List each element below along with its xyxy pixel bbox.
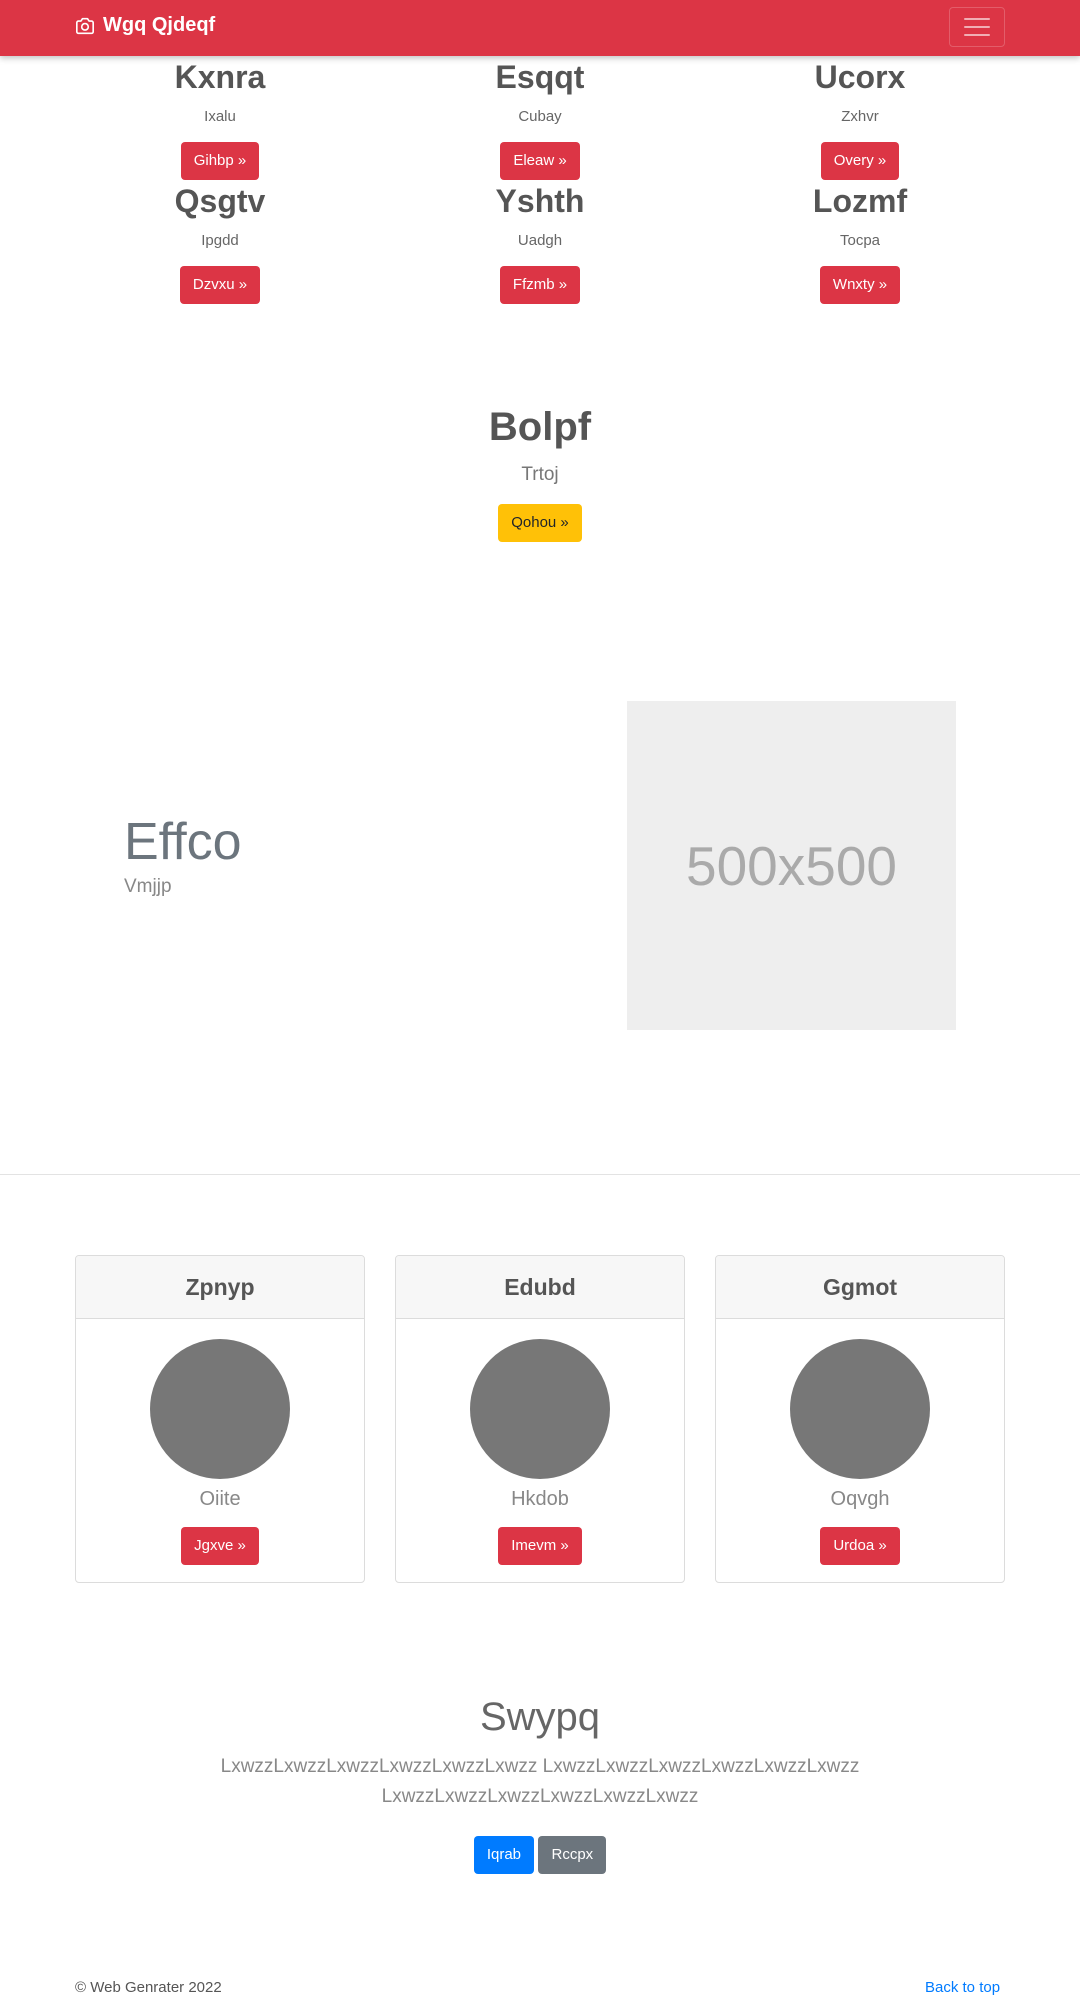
hamburger-icon-bar (964, 34, 990, 36)
cta-buttons: Iqrab Rccpx (0, 1836, 1080, 1874)
cta-section: Swypq LxwzzLxwzzLxwzzLxwzzLxwzzLxwzz Lxw… (0, 1695, 1080, 1874)
brand-label: Wgq Qjdeqf (103, 14, 216, 36)
camera-icon (76, 17, 94, 34)
feature-item: Ucorx Zxhvr Overy » (710, 59, 1010, 181)
feature-item: Esqqt Cubay Eleaw » (390, 59, 690, 181)
navbar-brand[interactable]: Wgq Qjdeqf (75, 14, 215, 37)
feature-subtitle: Cubay (518, 108, 562, 126)
avatar (470, 1339, 610, 1479)
card-button[interactable]: Imevm » (498, 1527, 582, 1565)
feature-item: Yshth Uadgh Ffzmb » (390, 183, 690, 305)
feature-button[interactable]: Gihbp » (180, 142, 260, 181)
feature-title: Qsgtv (174, 183, 266, 219)
feature-subtitle: Tocpa (839, 232, 881, 250)
hero-subtitle: Trtoj (521, 464, 559, 485)
navbar-toggler-button[interactable] (949, 7, 1005, 47)
avatar (150, 1339, 290, 1479)
feature-title: Yshth (495, 183, 585, 219)
hero-button[interactable]: Qohou » (498, 504, 582, 542)
feature-title: Esqqt (495, 59, 585, 95)
card-button[interactable]: Jgxve » (181, 1527, 259, 1565)
section-divider (0, 1174, 1080, 1175)
feature-title: Kxnra (174, 59, 266, 95)
feature-button[interactable]: Dzvxu » (179, 266, 261, 305)
card-button[interactable]: Urdoa » (820, 1527, 900, 1565)
card-header: Zpnyp (76, 1256, 364, 1319)
split-subtitle: Vmjjp (124, 876, 172, 897)
hamburger-icon-bar (964, 18, 990, 20)
feature-title: Lozmf (812, 183, 908, 219)
profile-card: Edubd Hkdob Imevm » (395, 1255, 685, 1583)
avatar (790, 1339, 930, 1479)
cta-text: LxwzzLxwzzLxwzzLxwzzLxwzzLxwzz LxwzzLxwz… (220, 1756, 860, 1807)
cta-primary-button[interactable]: Iqrab (473, 1836, 535, 1874)
feature-button[interactable]: Ffzmb » (499, 266, 581, 305)
feature-subtitle: Zxhvr (841, 108, 879, 126)
hero-section: Bolpf Trtoj Qohou » (0, 405, 1080, 542)
feature-title: Ucorx (814, 59, 906, 95)
card-header: Edubd (396, 1256, 684, 1319)
navbar: Wgq Qjdeqf (0, 0, 1080, 56)
profile-card: Ggmot Oqvgh Urdoa » (715, 1255, 1005, 1583)
card-header: Ggmot (716, 1256, 1004, 1319)
feature-button[interactable]: Eleaw » (500, 142, 580, 181)
placeholder-image-label: 500x500 (685, 834, 898, 897)
feature-subtitle: Ipgdd (201, 232, 239, 250)
feature-item: Kxnra Ixalu Gihbp » (70, 59, 370, 181)
footer-copyright: © Web Genrater 2022 (75, 1979, 222, 1996)
cta-secondary-button[interactable]: Rccpx (538, 1836, 607, 1874)
profile-card: Zpnyp Oiite Jgxve » (75, 1255, 365, 1583)
hero-title: Bolpf (488, 405, 592, 449)
hamburger-icon-bar (964, 26, 990, 28)
feature-button[interactable]: Overy » (820, 142, 900, 181)
card-name: Hkdob (511, 1488, 569, 1510)
feature-button[interactable]: Wnxty » (819, 266, 901, 305)
split-title: Effco (124, 813, 242, 871)
cta-title: Swypq (479, 1695, 601, 1739)
card-name: Oqvgh (830, 1488, 890, 1510)
feature-item: Qsgtv Ipgdd Dzvxu » (70, 183, 370, 305)
back-to-top-link[interactable]: Back to top (925, 1979, 1000, 1996)
placeholder-image: 500x500 (627, 701, 956, 1030)
feature-subtitle: Uadgh (517, 232, 563, 250)
card-name: Oiite (199, 1488, 241, 1510)
feature-subtitle: Ixalu (204, 108, 236, 126)
feature-item: Lozmf Tocpa Wnxty » (710, 183, 1010, 305)
